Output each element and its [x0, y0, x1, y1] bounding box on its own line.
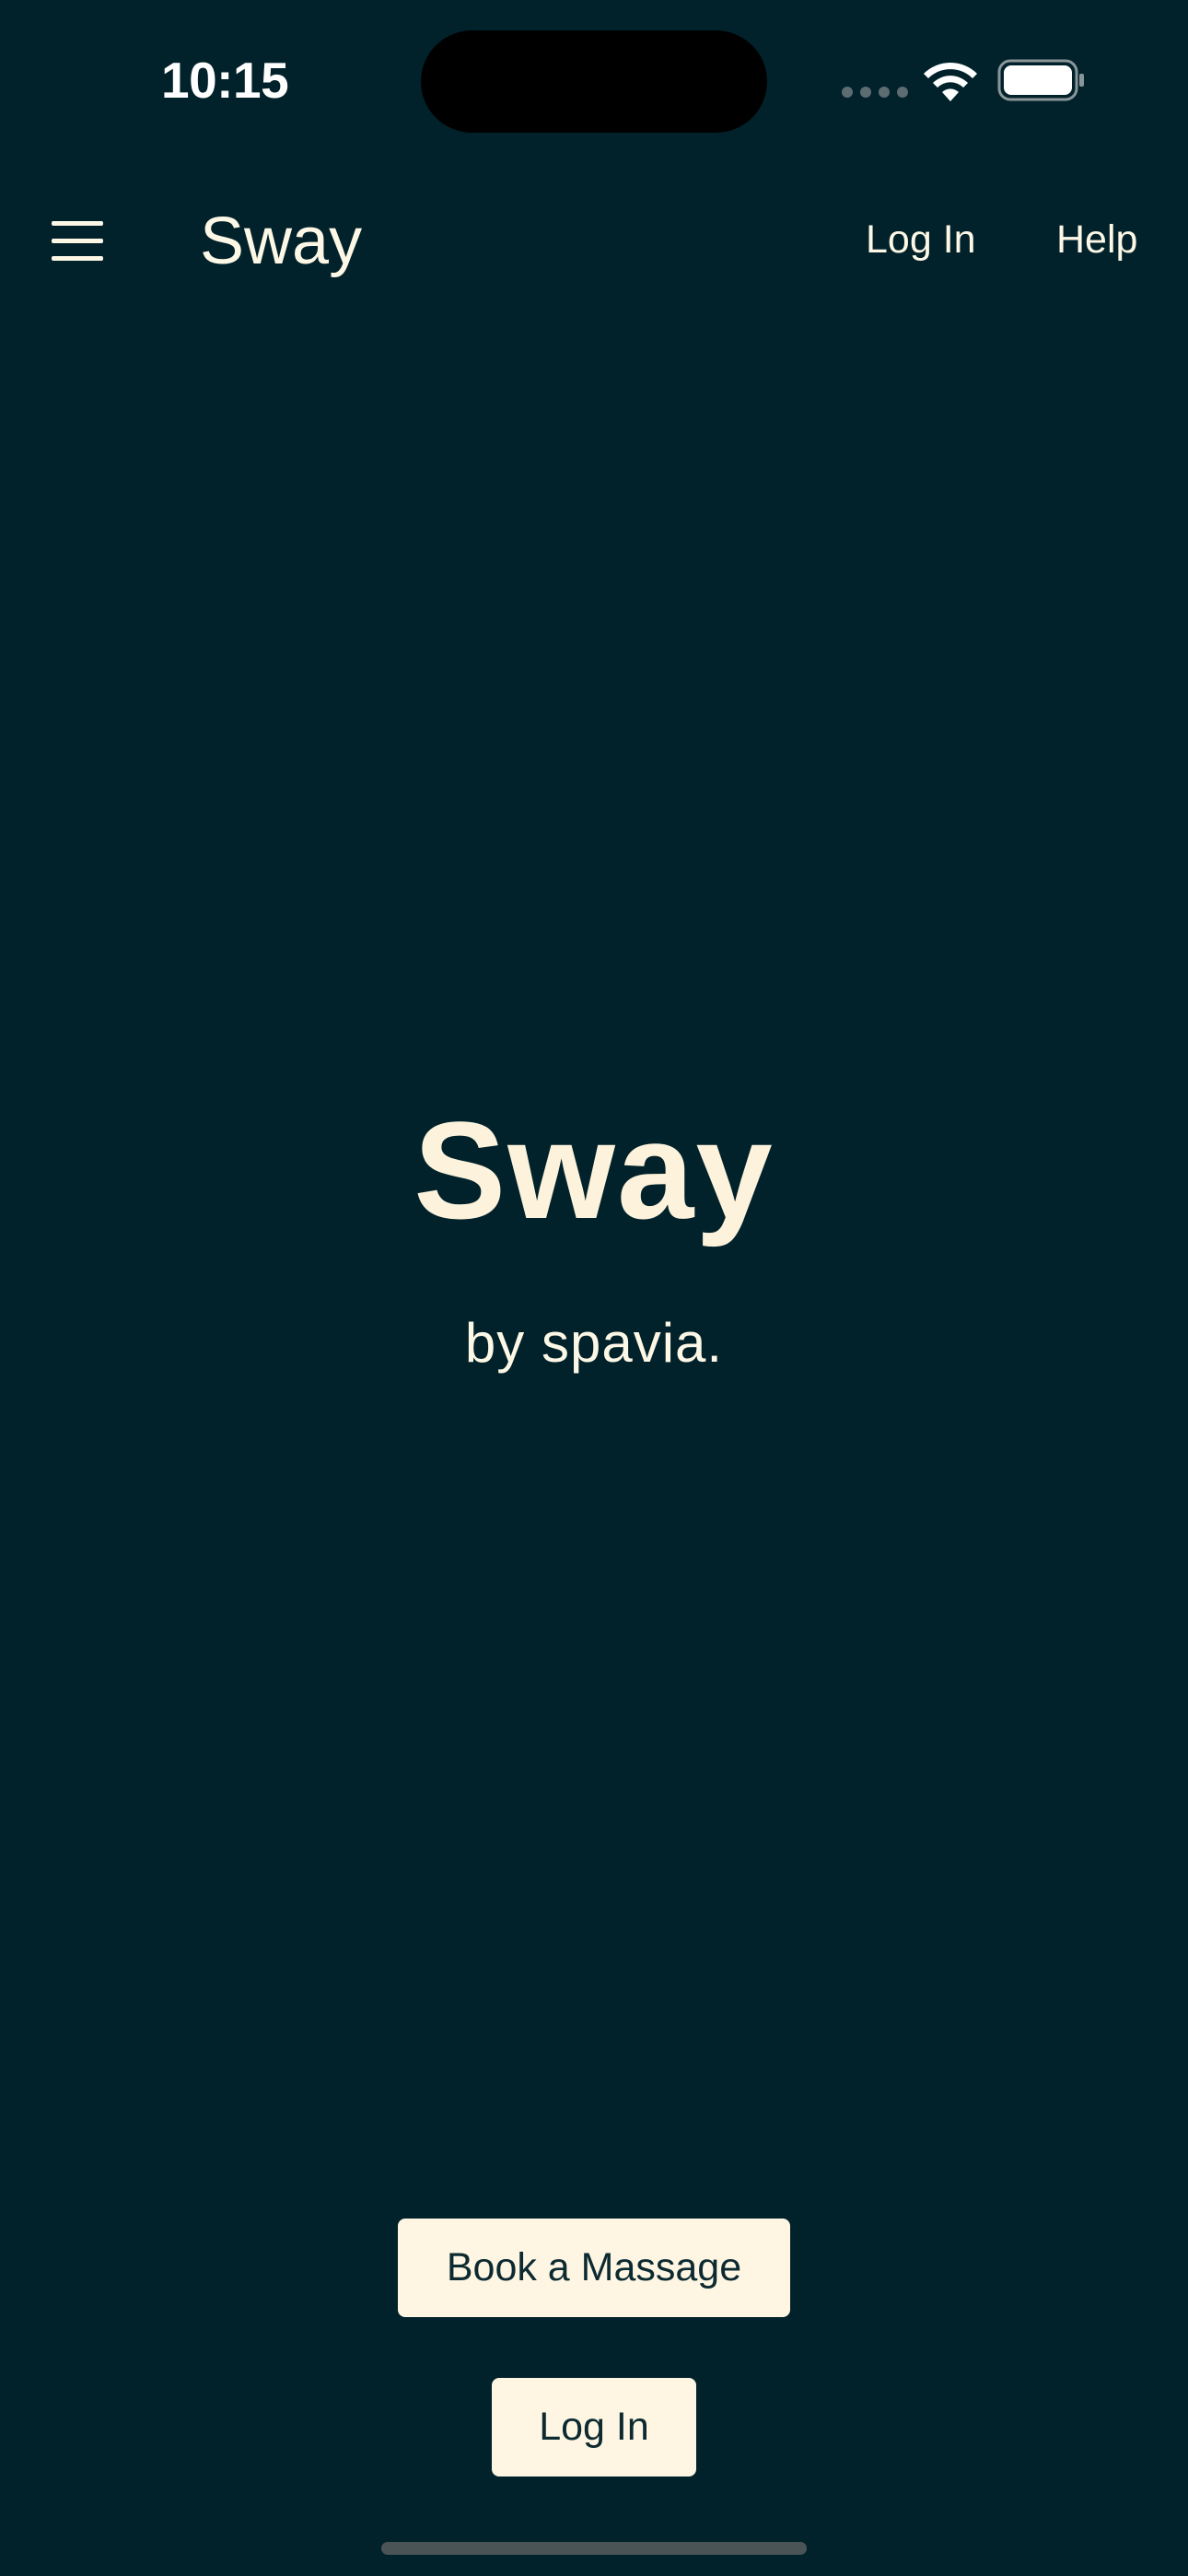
nav-login-link[interactable]: Log In: [866, 214, 976, 265]
status-time: 10:15: [161, 52, 289, 109]
home-indicator[interactable]: [381, 2542, 807, 2555]
book-massage-button[interactable]: Book a Massage: [398, 2219, 790, 2317]
cellular-signal-icon: [842, 87, 908, 98]
app-screen: 10:15 Sway Log In Help Sway by spavia. B…: [0, 0, 1188, 2576]
login-button[interactable]: Log In: [492, 2378, 696, 2476]
dynamic-island: [421, 30, 767, 133]
hamburger-menu-icon[interactable]: [52, 221, 103, 262]
hero-title: Sway: [413, 1093, 775, 1247]
nav-help-link[interactable]: Help: [1056, 214, 1137, 265]
nav-title: Sway: [200, 205, 363, 278]
wifi-icon: [924, 62, 977, 101]
battery-icon: [997, 59, 1084, 101]
hero-subtitle: by spavia.: [464, 1312, 724, 1374]
